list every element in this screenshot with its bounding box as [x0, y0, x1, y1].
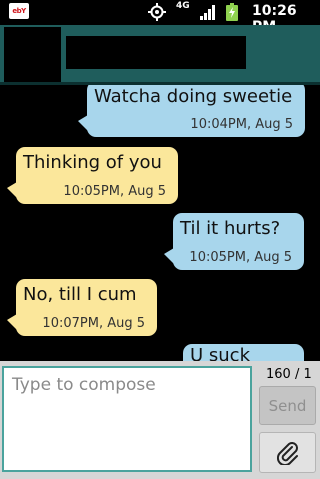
attach-button[interactable] — [259, 432, 316, 473]
compose-input[interactable] — [2, 366, 252, 472]
message-bubble-incoming[interactable]: Thinking of you 10:05PM, Aug 5 — [7, 147, 178, 204]
message-bubble-outgoing[interactable]: Til it hurts? 10:05PM, Aug 5 — [164, 213, 304, 270]
message-timestamp: 10:07PM, Aug 5 — [42, 316, 145, 331]
message-text: Watcha doing sweetie — [94, 86, 293, 107]
gps-crosshair-icon — [148, 3, 166, 21]
bubble-tail — [164, 248, 174, 264]
message-bubble-outgoing[interactable]: Watcha doing sweetie 10:04PM, Aug 5 — [78, 85, 305, 137]
message-text: Thinking of you — [23, 152, 162, 173]
status-bar: ebY 4G 10:26 PM — [0, 0, 320, 35]
bubble-tail — [7, 314, 17, 330]
message-timestamp: 10:04PM, Aug 5 — [190, 117, 293, 132]
message-bubble-incoming[interactable]: No, till I cum 10:07PM, Aug 5 — [7, 279, 157, 336]
message-text: Til it hurts? — [180, 218, 281, 239]
message-list[interactable]: Watcha doing sweetie 10:04PM, Aug 5 Thin… — [0, 85, 320, 361]
signal-bars-icon — [200, 5, 215, 20]
compose-bar: 160 / 1 Send — [0, 361, 320, 479]
character-counter: 160 / 1 — [266, 367, 312, 382]
message-text: U suck — [190, 345, 251, 361]
message-text: No, till I cum — [23, 284, 137, 305]
bubble-tail — [7, 182, 17, 198]
paperclip-icon — [277, 442, 298, 465]
message-timestamp: 10:05PM, Aug 5 — [63, 184, 166, 199]
conversation-header — [0, 25, 320, 85]
contact-name — [66, 36, 246, 69]
battery-charging-icon — [226, 3, 238, 21]
message-timestamp: 10:05PM, Aug 5 — [189, 250, 292, 265]
contact-avatar[interactable] — [4, 27, 61, 83]
message-bubble-outgoing[interactable]: U suck — [183, 344, 304, 361]
network-type-label: 4G — [176, 1, 190, 11]
ebay-icon: ebY — [9, 3, 29, 19]
bubble-tail — [78, 115, 88, 131]
send-button[interactable]: Send — [259, 386, 316, 425]
